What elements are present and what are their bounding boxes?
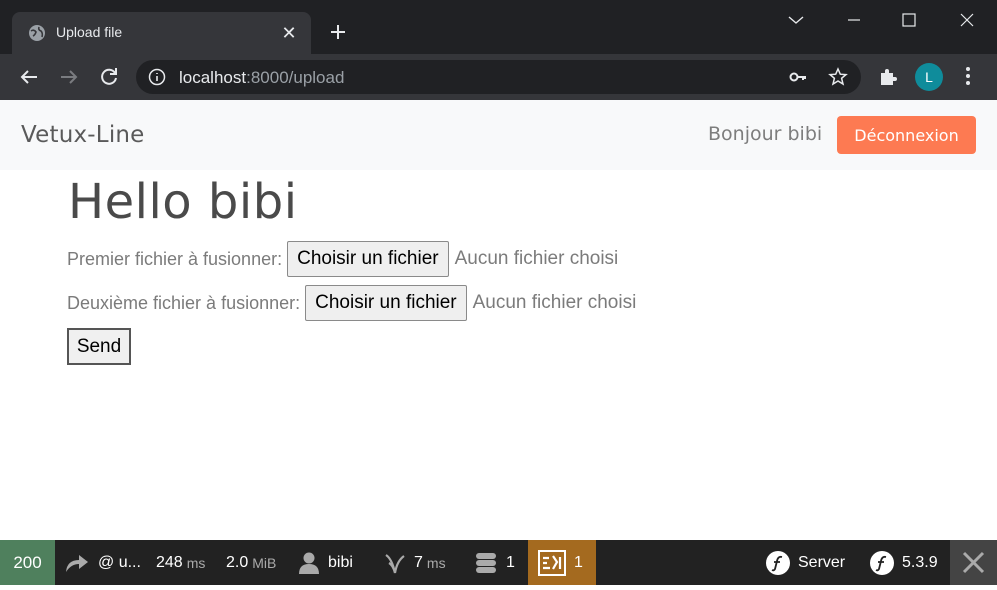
send-button[interactable]: Send — [67, 328, 131, 365]
site-info-icon[interactable] — [148, 68, 166, 86]
time-item[interactable]: 248 ms — [156, 540, 205, 585]
version-text: 5.3.9 — [902, 553, 938, 571]
database-icon — [476, 552, 496, 573]
browser-tab-strip: Upload file ✕ — [0, 0, 997, 54]
file2-status: Aucun fichier choisi — [472, 292, 637, 313]
version-item[interactable]: 5.3.9 — [870, 540, 938, 585]
twig-icon — [385, 553, 405, 573]
tab-search-chevron-icon[interactable] — [782, 6, 810, 34]
twig-value: 7 — [414, 553, 423, 571]
forward-arrow-icon[interactable] — [57, 65, 81, 89]
tab-close-icon[interactable]: ✕ — [279, 23, 299, 43]
bookmark-star-icon[interactable] — [828, 67, 848, 87]
file1-choose-button[interactable]: Choisir un fichier — [287, 241, 449, 277]
reload-icon[interactable] — [97, 65, 121, 89]
browser-tab[interactable]: Upload file ✕ — [12, 12, 311, 54]
file2-row: Deuxième fichier à fusionner: Choisir un… — [67, 284, 636, 322]
logs-warning-content: 1 — [538, 540, 583, 585]
logs-warning-item[interactable]: 1 — [528, 540, 596, 585]
close-icon — [962, 551, 985, 574]
url-path: :8000/upload — [246, 68, 345, 87]
database-item[interactable]: 1 — [474, 540, 515, 585]
toolbar-hide-button[interactable] — [950, 540, 997, 585]
database-count: 1 — [506, 553, 515, 571]
twig-unit: ms — [426, 554, 446, 571]
profile-avatar[interactable]: L — [915, 63, 943, 91]
status-code-badge[interactable]: 200 — [0, 540, 55, 585]
route-text: @ u... — [98, 553, 141, 571]
server-item[interactable]: Server — [766, 540, 845, 585]
route-item[interactable]: @ u... — [64, 540, 141, 585]
logs-count: 1 — [574, 553, 583, 571]
user-icon — [299, 552, 319, 574]
logout-button[interactable]: Déconnexion — [837, 116, 976, 154]
url-text: localhost:8000/upload — [179, 68, 344, 88]
file1-label: Premier fichier à fusionner: — [67, 248, 283, 269]
time-value: 248 — [156, 553, 183, 571]
memory-unit: MiB — [252, 554, 277, 571]
file2-label: Deuxième fichier à fusionner: — [67, 292, 301, 313]
user-name: bibi — [328, 553, 353, 571]
new-tab-icon[interactable] — [326, 20, 350, 44]
user-item[interactable]: bibi — [298, 540, 353, 585]
symfony-logo-icon — [766, 550, 790, 575]
browser-toolbar: localhost:8000/upload — [0, 54, 997, 100]
twig-item[interactable]: 7 ms — [384, 540, 446, 585]
server-label: Server — [798, 553, 846, 571]
memory-value: 2.0 — [226, 553, 249, 571]
file1-status: Aucun fichier choisi — [454, 248, 619, 269]
page-title: Hello bibi — [68, 174, 298, 230]
symfony-version-icon — [870, 550, 894, 575]
time-unit: ms — [186, 554, 206, 571]
window-close-icon[interactable] — [953, 6, 981, 34]
browser-menu-icon[interactable] — [958, 64, 978, 88]
greeting-text: Bonjour bibi — [708, 123, 823, 145]
minimize-icon[interactable] — [840, 6, 868, 34]
brand-link[interactable]: Vetux-Line — [21, 122, 145, 148]
profiler-toolbar: 200 @ u... 248 ms 2.0 MiB bibi 7 ms 1 1 … — [0, 540, 997, 585]
maximize-icon[interactable] — [895, 6, 923, 34]
globe-icon — [29, 25, 45, 41]
file2-choose-button[interactable]: Choisir un fichier — [305, 285, 467, 321]
memory-item[interactable]: 2.0 MiB — [226, 540, 276, 585]
back-arrow-icon[interactable] — [17, 65, 41, 89]
url-host: localhost — [179, 68, 247, 87]
tab-title: Upload file — [56, 24, 123, 40]
site-navbar: Vetux-Line Bonjour bibi Déconnexion — [0, 100, 997, 170]
file1-row: Premier fichier à fusionner: Choisir un … — [67, 240, 618, 278]
redirect-arrow-icon — [66, 554, 88, 572]
key-icon[interactable] — [788, 67, 808, 87]
logs-icon — [538, 549, 566, 576]
page-content: Vetux-Line Bonjour bibi Déconnexion Hell… — [0, 100, 997, 540]
extensions-puzzle-icon[interactable] — [877, 66, 899, 88]
address-bar[interactable]: localhost:8000/upload — [136, 60, 861, 94]
